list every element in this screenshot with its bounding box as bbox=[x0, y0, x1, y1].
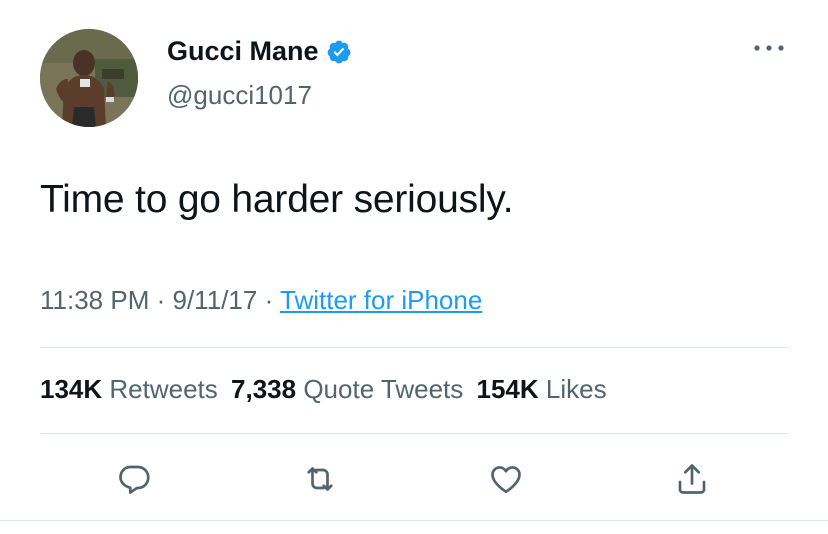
action-bar bbox=[0, 455, 828, 505]
reply-button[interactable] bbox=[110, 455, 158, 503]
share-button[interactable] bbox=[668, 455, 716, 503]
retweet-button[interactable] bbox=[296, 455, 344, 503]
likes-stat[interactable]: 154K Likes bbox=[477, 374, 607, 404]
retweets-stat[interactable]: 134K Retweets bbox=[40, 374, 218, 404]
likes-count: 154K bbox=[476, 374, 539, 404]
display-name[interactable]: Gucci Mane bbox=[167, 36, 319, 67]
retweets-count: 134K bbox=[40, 374, 103, 404]
quotes-count: 7,338 bbox=[231, 374, 297, 404]
meta-separator: · bbox=[156, 285, 166, 315]
tweet-meta: 11:38 PM · 9/11/17 · Twitter for iPhone bbox=[40, 285, 482, 316]
more-options-icon[interactable] bbox=[752, 38, 786, 58]
divider bbox=[0, 520, 828, 521]
retweets-label: Retweets bbox=[109, 374, 218, 404]
meta-separator: · bbox=[264, 285, 274, 315]
divider bbox=[40, 347, 788, 348]
user-handle[interactable]: @gucci1017 bbox=[167, 80, 312, 111]
share-icon bbox=[678, 464, 706, 494]
avatar[interactable] bbox=[40, 29, 138, 127]
tweet-card: Gucci Mane @gucci1017 Time to go harder … bbox=[0, 0, 828, 534]
quotes-stat[interactable]: 7,338 Quote Tweets bbox=[231, 374, 463, 404]
quotes-label: Quote Tweets bbox=[303, 374, 464, 404]
verified-badge-icon bbox=[326, 39, 352, 65]
like-button[interactable] bbox=[482, 455, 530, 503]
tweet-date[interactable]: 9/11/17 bbox=[173, 285, 258, 315]
tweet-text: Time to go harder seriously. bbox=[40, 178, 514, 221]
source-link[interactable]: Twitter for iPhone bbox=[280, 285, 482, 315]
tweet-stats: 134K Retweets 7,338 Quote Tweets 154K Li… bbox=[40, 374, 613, 405]
divider bbox=[40, 433, 788, 434]
retweet-icon bbox=[307, 467, 333, 491]
name-row: Gucci Mane bbox=[167, 36, 352, 67]
tweet-time: 11:38 PM bbox=[40, 285, 150, 315]
reply-icon bbox=[119, 465, 150, 494]
likes-label: Likes bbox=[545, 374, 607, 404]
heart-icon bbox=[491, 466, 521, 494]
avatar-image bbox=[40, 29, 138, 127]
